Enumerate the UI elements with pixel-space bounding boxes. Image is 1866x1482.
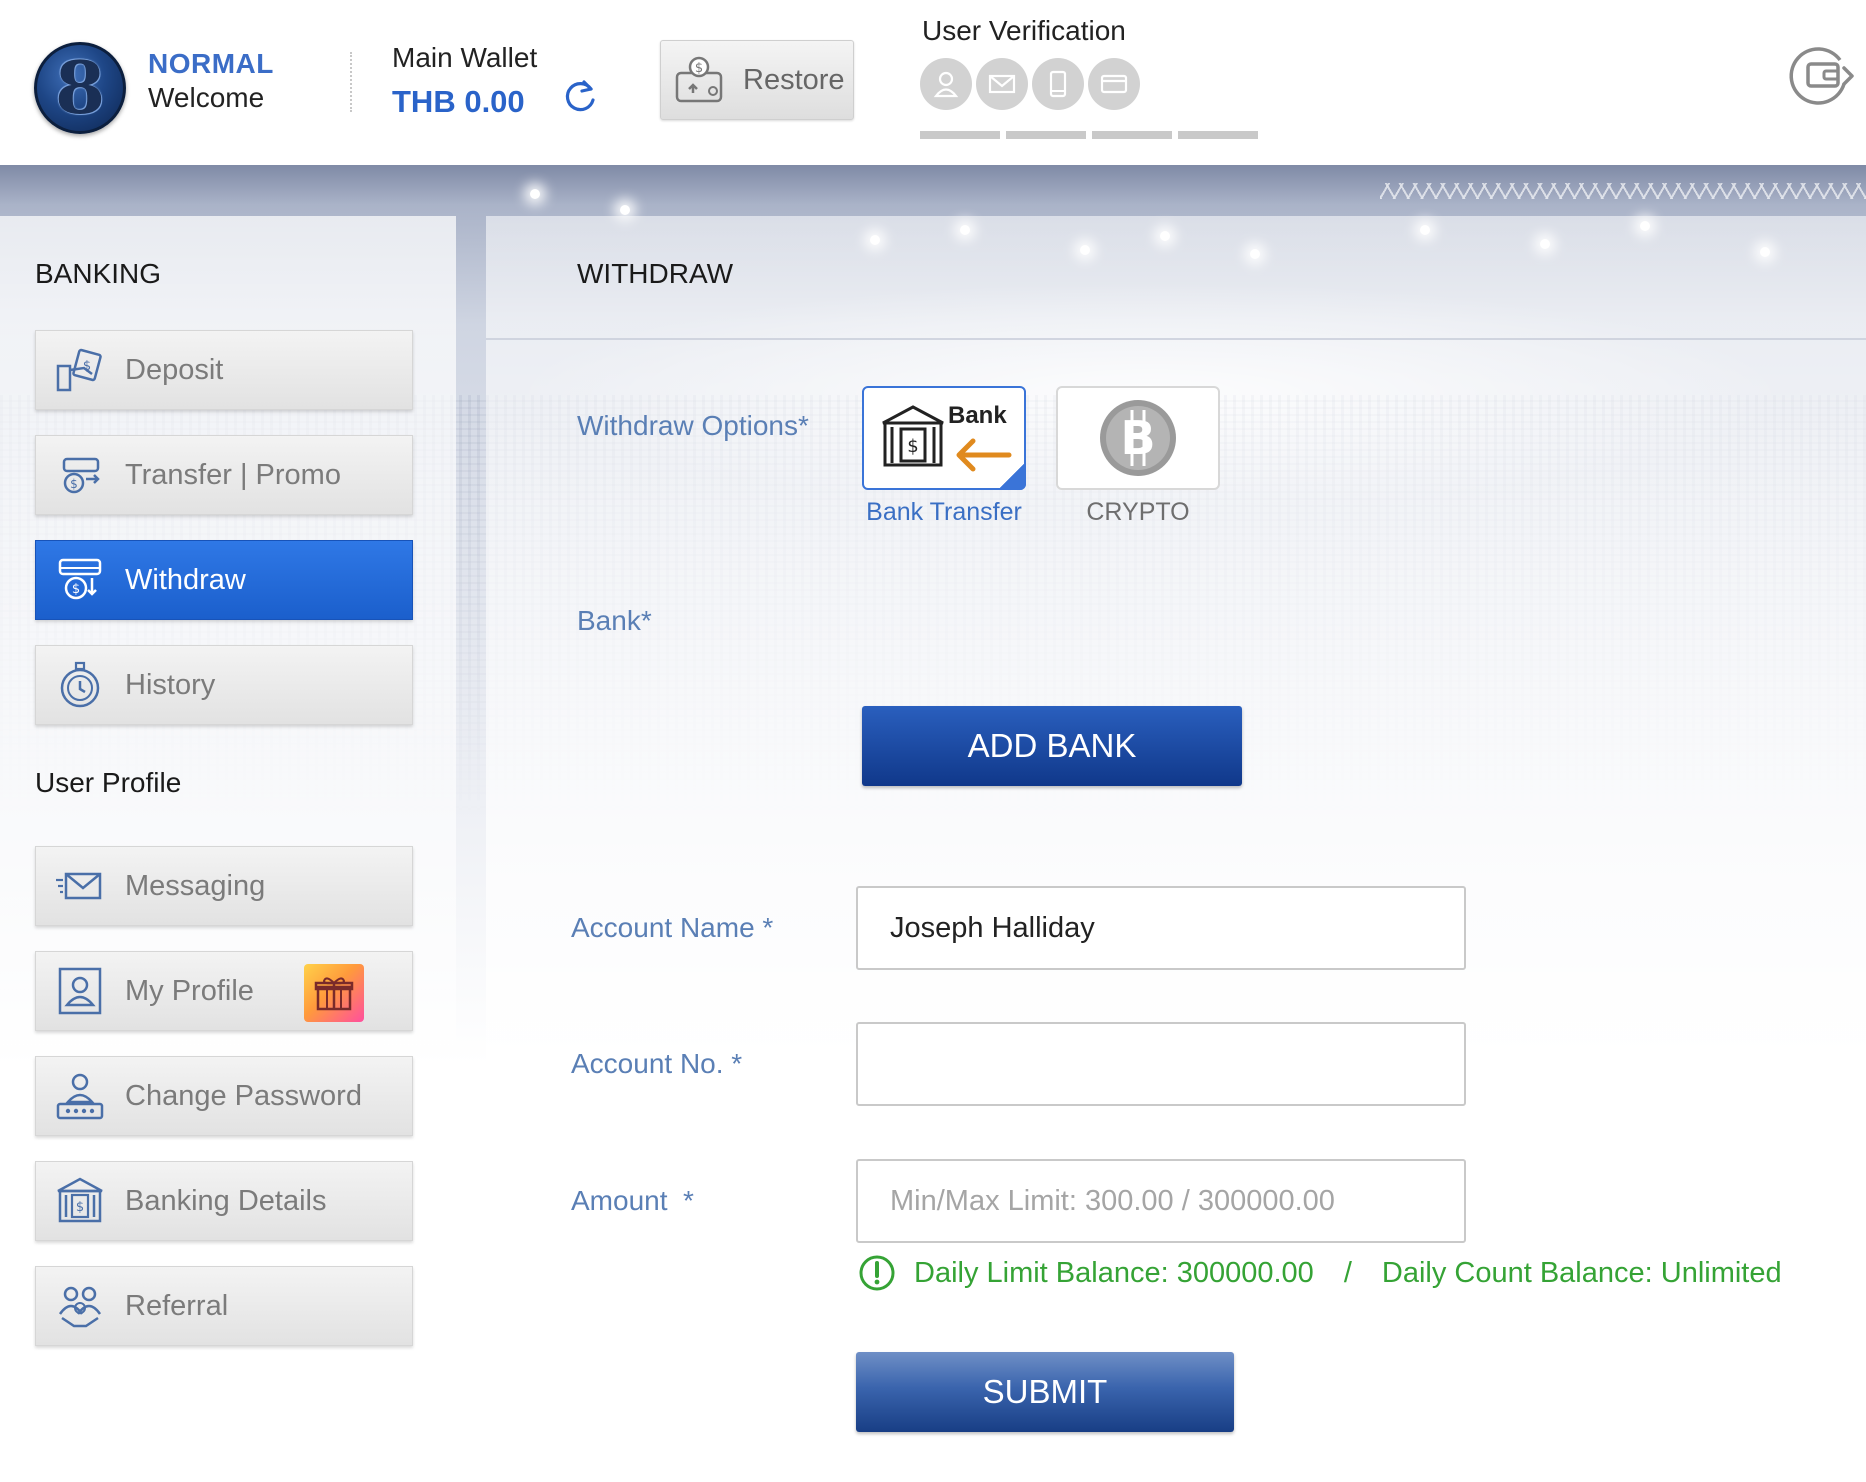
phone-icon[interactable] — [1032, 58, 1084, 110]
verification-progress-bar — [1178, 131, 1258, 139]
svg-text:$: $ — [72, 582, 80, 597]
title-divider — [486, 338, 1866, 340]
crypto-option[interactable]: B — [1056, 386, 1220, 490]
svg-text:$: $ — [70, 477, 78, 491]
amount-field[interactable] — [856, 1159, 1466, 1243]
sidebar-item-history[interactable]: History — [35, 645, 413, 725]
refresh-icon[interactable] — [560, 76, 600, 116]
brand-logo: 8 — [34, 42, 126, 134]
sidebar-item-label: Change Password — [125, 1079, 362, 1112]
selected-check-icon — [998, 462, 1026, 490]
logout-icon[interactable] — [1786, 40, 1856, 110]
daily-count-balance: Daily Count Balance: Unlimited — [1381, 1256, 1782, 1289]
page-title: WITHDRAW — [577, 258, 734, 289]
account-name-label: Account Name * — [571, 912, 774, 943]
sidebar-item-label: History — [125, 668, 216, 701]
sidebar-item-label: My Profile — [125, 974, 254, 1007]
bank-transfer-option[interactable]: $ Bank — [862, 386, 1026, 490]
sidebar-item-referral[interactable]: Referral — [35, 1266, 413, 1346]
user-verification-title: User Verification — [922, 15, 1126, 46]
info-icon — [859, 1255, 895, 1291]
verification-progress-bar — [920, 131, 1000, 139]
verification-progress — [920, 131, 1258, 139]
limit-separator: / — [1343, 1256, 1352, 1289]
wallet-restore-icon: $ — [675, 56, 723, 103]
account-name-field[interactable] — [856, 886, 1466, 970]
history-icon — [60, 661, 100, 708]
restore-button[interactable]: $ Restore — [660, 40, 854, 120]
sidebar-item-label: Messaging — [125, 869, 266, 902]
bank-label: Bank* — [577, 605, 652, 636]
withdraw-icon: $ — [58, 558, 102, 600]
messaging-icon — [56, 872, 102, 900]
sidebar-item-label: Transfer | Promo — [125, 458, 341, 491]
sidebar-item-label: Deposit — [125, 353, 224, 386]
sidebar-item-change-password[interactable]: Change Password — [35, 1056, 413, 1136]
sidebar-item-label: Referral — [125, 1289, 229, 1322]
card-icon[interactable] — [1088, 58, 1140, 110]
svg-text:B: B — [1120, 411, 1155, 465]
banking-section-title: BANKING — [35, 258, 162, 289]
account-no-field[interactable] — [856, 1022, 1466, 1106]
header-divider — [350, 52, 352, 112]
svg-text:$: $ — [695, 61, 703, 76]
add-bank-button[interactable]: ADD BANK — [862, 706, 1242, 786]
top-header: 8 NORMAL Welcome Main Wallet THB 0.00 $ … — [0, 0, 1866, 165]
account-no-label: Account No. * — [571, 1048, 743, 1079]
sidebar-item-messaging[interactable]: Messaging — [35, 846, 413, 926]
svg-text:$: $ — [83, 359, 91, 374]
limit-info: Daily Limit Balance: 300000.00 / Daily C… — [858, 1254, 1782, 1292]
transfer-icon: $ — [62, 457, 100, 494]
bitcoin-icon: B — [1100, 400, 1176, 476]
svg-text:$: $ — [76, 1200, 84, 1215]
svg-text:$: $ — [907, 436, 918, 457]
membership-tier: NORMAL — [148, 48, 274, 79]
stadium-light — [620, 205, 630, 215]
sidebar-item-deposit[interactable]: $ Deposit — [35, 330, 413, 410]
welcome-text: Welcome — [148, 82, 265, 113]
amount-label: Amount * — [571, 1185, 694, 1216]
mail-icon[interactable] — [976, 58, 1028, 110]
verification-progress-bar — [1092, 131, 1172, 139]
stadium-light — [530, 189, 540, 199]
daily-limit-balance: Daily Limit Balance: 300000.00 — [914, 1256, 1314, 1289]
bank-transfer-label: Bank Transfer — [866, 498, 1022, 526]
sidebar-item-banking-details[interactable]: $ Banking Details — [35, 1161, 413, 1241]
verification-progress-bar — [1006, 131, 1086, 139]
stadium-truss — [1380, 183, 1866, 199]
submit-button[interactable]: SUBMIT — [856, 1352, 1234, 1432]
deposit-icon: $ — [56, 348, 102, 392]
password-icon — [56, 1073, 104, 1120]
crypto-label: CRYPTO — [1086, 498, 1190, 526]
main-wallet-label: Main Wallet — [392, 42, 538, 73]
bank-icon: $ — [57, 1177, 103, 1223]
withdraw-options-label: Withdraw Options* — [577, 410, 809, 441]
sidebar-item-label: Banking Details — [125, 1184, 327, 1217]
sidebar-item-transfer-promo[interactable]: $ Transfer | Promo — [35, 435, 413, 515]
restore-label: Restore — [743, 63, 845, 96]
user-profile-section-title: User Profile — [35, 767, 182, 798]
verification-icons — [920, 58, 1140, 110]
bank-card-text: Bank — [948, 402, 1007, 429]
sidebar-item-my-profile[interactable]: My Profile — [35, 951, 413, 1031]
main-wallet-balance: THB 0.00 — [392, 84, 525, 119]
sidebar-item-label: Withdraw — [125, 563, 246, 596]
sidebar-item-withdraw[interactable]: $ Withdraw — [35, 540, 413, 620]
user-icon[interactable] — [920, 58, 972, 110]
gift-icon[interactable] — [304, 964, 364, 1022]
profile-icon — [58, 967, 102, 1015]
referral-icon — [58, 1286, 102, 1328]
